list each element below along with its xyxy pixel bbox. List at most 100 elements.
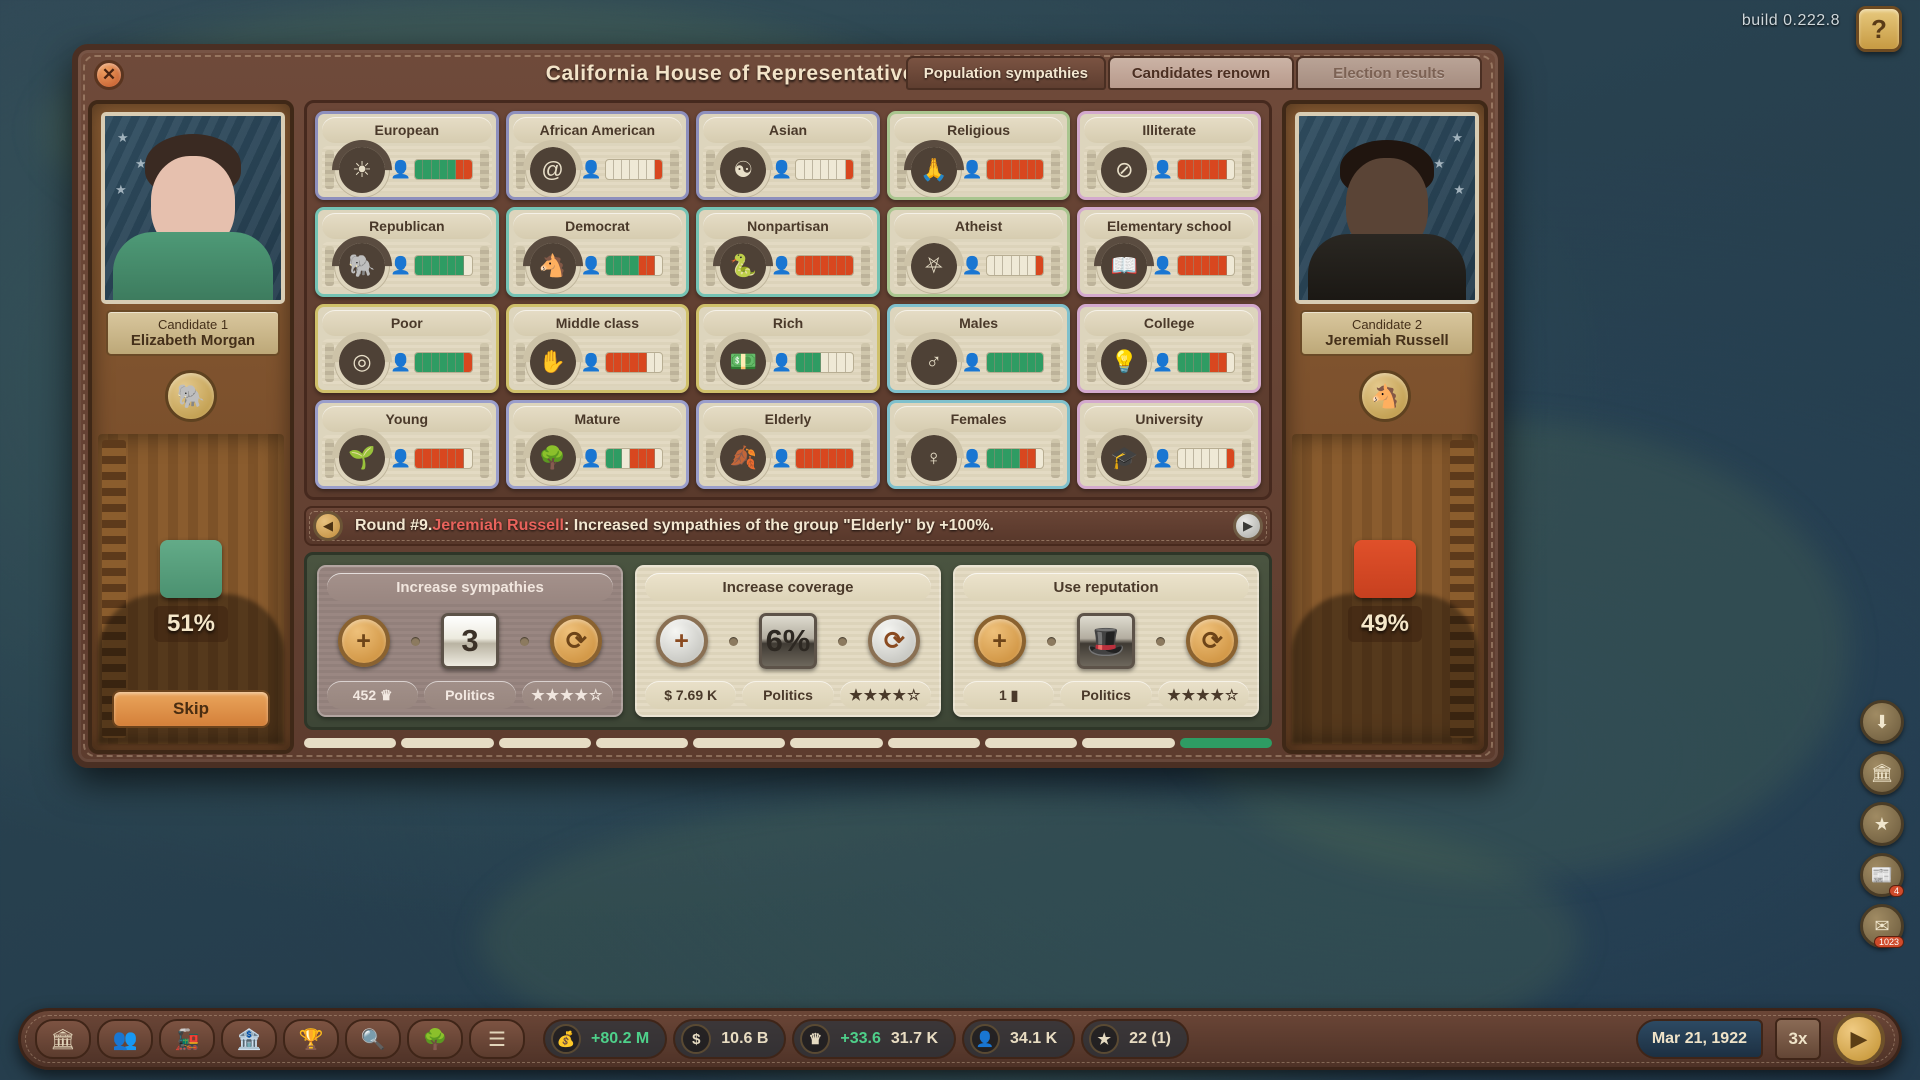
bar-segment <box>813 160 821 180</box>
group-card[interactable]: Atheist ⛧ 👤 <box>886 207 1071 297</box>
group-card[interactable]: Democrat 🐴 👤 <box>505 207 690 297</box>
window-titlebar: ✕ California House of Representatives el… <box>78 50 1498 96</box>
bar-segment <box>655 353 662 372</box>
bar-segment <box>638 352 647 372</box>
menu-icon[interactable]: ☰ <box>469 1019 525 1059</box>
tab-population-sympathies[interactable]: Population sympathies <box>905 56 1106 90</box>
round-message: : Increased sympathies of the group "Eld… <box>563 517 994 534</box>
population-groups-panel: European ☀ 👤 African American @ 👤 Asian ☯ 👤 Relig… <box>304 100 1272 500</box>
candidate-2-panel[interactable]: ★ ★ ★ Candidate 2 Jeremiah Russell 🐴 49% <box>1282 100 1488 754</box>
group-title: Middle class <box>512 309 683 336</box>
bar-segment <box>812 256 821 276</box>
star-icon[interactable]: ★ <box>1860 802 1904 846</box>
search-icon[interactable]: 🔍 <box>345 1019 401 1059</box>
tree-icon[interactable]: 🌳 <box>407 1019 463 1059</box>
group-card[interactable]: European ☀ 👤 <box>315 111 499 201</box>
group-card[interactable]: Religious 🙏 👤 <box>886 111 1071 201</box>
bar-segment <box>986 160 996 180</box>
right-icon-rail: ⬇ 🏛 ★ 📰 4 ✉ 1023 <box>1860 700 1908 948</box>
group-card[interactable]: Elementary school 📖 👤 <box>1077 207 1261 297</box>
plus-button[interactable]: + <box>337 615 390 667</box>
mail-icon[interactable]: ✉ 1023 <box>1860 904 1904 948</box>
group-card[interactable]: Males ♂ 👤 <box>886 303 1071 393</box>
group-card[interactable]: Females ♀ 👤 <box>886 399 1071 489</box>
bar-segment <box>606 160 614 180</box>
group-card[interactable]: Asian ☯ 👤 <box>696 111 880 201</box>
group-card[interactable]: Poor ◎ 👤 <box>315 303 499 393</box>
group-card[interactable]: Elderly 🍂 👤 <box>696 399 880 489</box>
bank-icon[interactable]: 🏛 <box>35 1019 91 1059</box>
fame-icon: ★ <box>1089 1024 1120 1054</box>
group-card[interactable]: Illiterate ⊘ 👤 <box>1077 111 1261 201</box>
plus-button[interactable]: + <box>973 615 1026 667</box>
previous-round-icon[interactable]: ◀ <box>313 511 343 541</box>
stat-cash[interactable]: $10.6 B <box>673 1019 787 1059</box>
people-icon[interactable]: 👥 <box>97 1019 153 1059</box>
action-panel[interactable]: Increase coverage +6% ⟳ $ 7.69 K Politics ★★… <box>635 565 941 717</box>
sympathy-bar-area: 👤 <box>962 351 1047 373</box>
bar-segment <box>1177 160 1186 180</box>
group-card[interactable]: Republican 🐘 👤 <box>315 207 499 297</box>
stat-income[interactable]: 💰 +80.2 M <box>543 1019 668 1059</box>
bar-segment <box>987 256 996 276</box>
capitol-icon[interactable]: 🏦 <box>221 1019 277 1059</box>
group-card[interactable]: University 🎓 👤 <box>1077 399 1261 489</box>
skip-button[interactable]: Skip <box>112 690 270 728</box>
spiral-icon: @ <box>510 127 596 198</box>
action-panel[interactable]: Increase sympathies +3 ⟳ 452 ♛ Politics ★★★★☆ <box>317 565 623 717</box>
bar-segment <box>622 160 631 180</box>
trophy-icon[interactable]: 🏆 <box>283 1019 339 1059</box>
bar-segment <box>995 352 1004 372</box>
tab-candidates-renown[interactable]: Candidates renown <box>1108 56 1294 90</box>
refresh-button[interactable]: ⟳ <box>868 615 921 667</box>
bar-segment <box>821 352 830 372</box>
group-body: 💵 👤 <box>700 319 873 390</box>
elections-window: ✕ California House of Representatives el… <box>72 44 1504 768</box>
next-round-icon[interactable]: ▶ <box>1233 511 1263 541</box>
rivet-strip <box>670 438 680 478</box>
group-title: Mature <box>512 405 683 432</box>
news-icon[interactable]: 📰 4 <box>1860 853 1904 897</box>
bar-segment <box>1219 448 1227 468</box>
money-stack-icon: 💵 <box>700 319 786 390</box>
game-speed-button[interactable]: 3x <box>1775 1018 1821 1060</box>
group-card[interactable]: Young 🌱 👤 <box>315 399 499 489</box>
action-panel-title: Use reputation <box>963 573 1249 601</box>
help-button[interactable]: ? <box>1856 6 1902 52</box>
group-title: Poor <box>322 309 492 336</box>
plus-button[interactable]: + <box>655 615 708 667</box>
refresh-button[interactable]: ⟳ <box>550 615 603 667</box>
stat-population[interactable]: 👤 34.1 K <box>962 1019 1076 1059</box>
stat-influence[interactable]: ♛ +33.6 31.7 K <box>792 1019 957 1059</box>
sympathy-bar <box>985 159 1045 181</box>
group-card[interactable]: Nonpartisan 🐍 👤 <box>696 207 880 297</box>
refresh-button[interactable]: ⟳ <box>1186 615 1239 667</box>
person-icon: 👤 <box>1152 160 1174 180</box>
action-panel[interactable]: Use reputation + 🎩 ⟳ 1 ▮ Politics ★★★★☆ <box>953 565 1259 717</box>
coins-icon: ◎ <box>319 319 405 390</box>
sympathy-bar-area: 👤 <box>581 255 666 277</box>
group-card[interactable]: Middle class ✋ 👤 <box>505 303 690 393</box>
sympathy-bar <box>604 159 664 181</box>
tab-election-results[interactable]: Election results <box>1296 56 1482 90</box>
round-actor: Jeremiah Russell <box>432 517 564 534</box>
sympathy-bar <box>414 351 473 373</box>
person-down-icon[interactable]: ⬇ <box>1860 700 1904 744</box>
sprout-icon: 🌱 <box>319 415 405 486</box>
candidate-1-panel[interactable]: ★ ★ ★ Candidate 1 Elizabeth Morgan 🐘 51%… <box>88 100 294 754</box>
bar-segment <box>439 448 448 468</box>
bar-segment <box>1012 256 1020 276</box>
train-icon[interactable]: 🚂 <box>159 1019 215 1059</box>
bar-segment <box>415 160 424 180</box>
group-body: ⛧ 👤 <box>891 223 1064 294</box>
building-icon[interactable]: 🏛 <box>1860 751 1904 795</box>
play-pause-button[interactable]: ▶ <box>1833 1013 1885 1065</box>
group-body: ✋ 👤 <box>510 319 683 390</box>
group-card[interactable]: African American @ 👤 <box>505 111 690 201</box>
stat-fame[interactable]: ★ 22 (1) <box>1081 1019 1189 1059</box>
group-card[interactable]: College 💡 👤 <box>1077 303 1261 393</box>
group-card[interactable]: Rich 💵 👤 <box>696 303 880 393</box>
group-card[interactable]: Mature 🌳 👤 <box>505 399 690 489</box>
action-panel-title: Increase sympathies <box>327 573 613 601</box>
bar-segment <box>622 448 631 468</box>
